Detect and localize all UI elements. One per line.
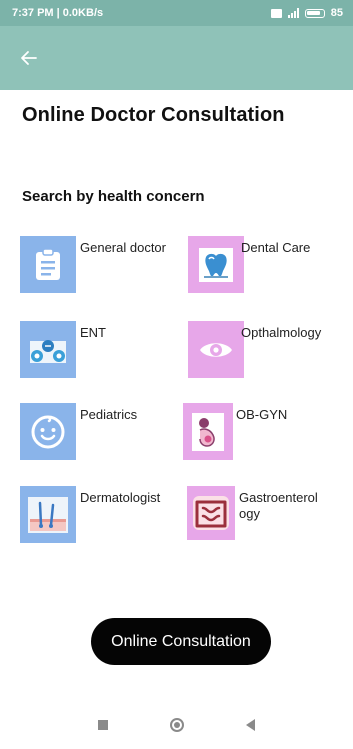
category-general-doctor[interactable]: General doctor: [20, 236, 180, 294]
category-label: ENT: [80, 325, 106, 340]
category-gastroenterology[interactable]: Gastroenterol ogy: [185, 486, 345, 544]
sim-icon: [270, 8, 282, 18]
eye-icon: [188, 321, 244, 378]
category-ent[interactable]: ENT: [20, 321, 180, 379]
category-label: Dermatologist: [80, 490, 161, 505]
category-dermatologist[interactable]: Dermatologist: [20, 486, 180, 544]
category-label: Gastroenterol ogy: [239, 490, 318, 521]
category-label: Pediatrics: [80, 407, 138, 422]
category-label: Dental Care: [241, 240, 311, 255]
page-title: Online Doctor Consultation: [22, 104, 285, 126]
category-label: Opthalmology: [241, 325, 322, 340]
category-label: General doctor: [80, 240, 166, 255]
section-title: Search by health concern: [22, 188, 205, 205]
recents-icon[interactable]: [98, 719, 108, 730]
home-icon[interactable]: [170, 717, 184, 732]
battery-icon: [304, 8, 325, 18]
ent-icon: [20, 321, 76, 378]
category-pediatrics[interactable]: Pediatrics: [20, 403, 180, 461]
clipboard-icon: [20, 236, 76, 293]
pregnancy-icon: [183, 403, 233, 460]
back-triangle-icon[interactable]: [246, 718, 255, 731]
status-time: 7:37 PM | 0.0KB/s: [12, 7, 104, 19]
app-bar: [0, 26, 353, 90]
category-opthalmology[interactable]: Opthalmology: [186, 321, 346, 379]
battery-level: 85: [330, 7, 343, 19]
category-ob-gyn[interactable]: OB-GYN: [183, 403, 343, 461]
signal-icon: [287, 8, 299, 18]
back-arrow-icon[interactable]: [16, 45, 42, 71]
intestine-icon: [187, 486, 235, 540]
status-icons: 85: [270, 7, 343, 19]
category-dental-care[interactable]: Dental Care: [186, 236, 346, 294]
status-bar: 7:37 PM | 0.0KB/s 85: [0, 0, 353, 26]
tooth-icon: [188, 236, 244, 293]
skin-hair-icon: [20, 486, 76, 543]
online-consultation-button[interactable]: Online Consultation: [91, 618, 271, 665]
baby-face-icon: [20, 403, 76, 460]
category-label: OB-GYN: [236, 407, 288, 422]
system-nav-bar: [0, 700, 353, 749]
